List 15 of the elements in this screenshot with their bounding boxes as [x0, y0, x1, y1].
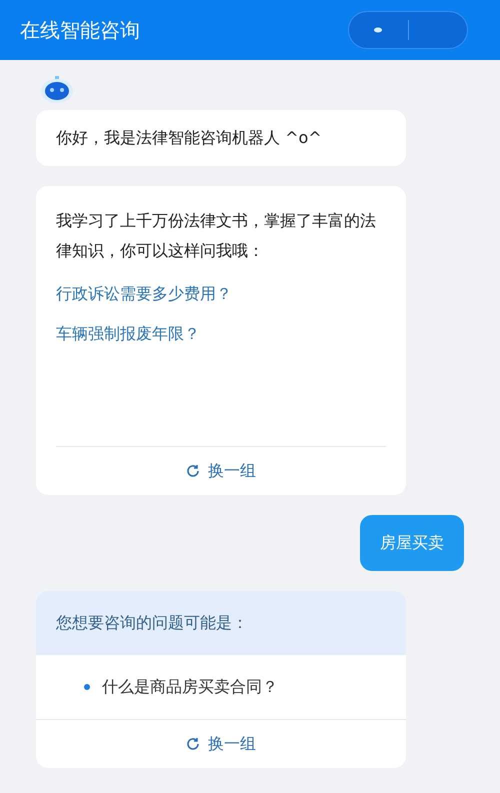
refresh-icon — [186, 464, 200, 478]
user-message: 房屋买卖 — [360, 515, 464, 571]
question-link[interactable]: 车辆强制报废年限？ — [56, 322, 386, 346]
robot-avatar-icon — [40, 76, 74, 106]
question-link[interactable]: 行政诉讼需要多少费用？ — [56, 282, 386, 306]
more-icon[interactable] — [373, 27, 384, 33]
window-title: 在线智能咨询 — [20, 17, 140, 44]
refresh-icon — [186, 737, 200, 751]
refresh-button[interactable]: 换一组 — [56, 447, 386, 495]
bot-message: 你好，我是法律智能咨询机器人 ^o^ — [36, 110, 406, 166]
suggestion-link[interactable]: 什么是商品房买卖合同？ — [102, 675, 278, 699]
bullet-icon — [84, 684, 90, 690]
suggestion-header: 您想要咨询的问题可能是： — [36, 591, 406, 655]
refresh-button[interactable]: 换一组 — [36, 720, 406, 768]
bot-message: 我学习了上千万份法律文书，掌握了丰富的法律知识，你可以这样问我哦： — [56, 210, 377, 262]
